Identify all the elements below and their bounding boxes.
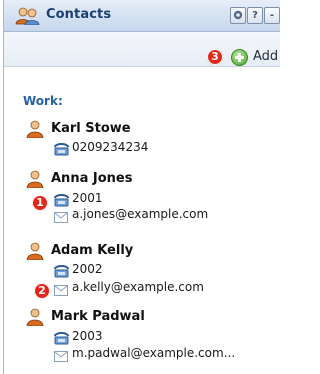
contact-name: Adam Kelly bbox=[51, 243, 134, 258]
group-label-work: Work: bbox=[23, 94, 63, 108]
contact-name: Karl Stowe bbox=[51, 121, 131, 136]
add-icon bbox=[231, 49, 248, 66]
contact-name: Mark Padwal bbox=[51, 309, 145, 324]
person-icon bbox=[26, 242, 44, 264]
contact-name: Anna Jones bbox=[51, 171, 133, 186]
person-icon bbox=[26, 170, 44, 192]
mail-icon bbox=[54, 281, 68, 300]
panel-title: Contacts bbox=[46, 7, 112, 22]
help-button[interactable]: ? bbox=[247, 7, 263, 24]
settings-button[interactable] bbox=[230, 7, 246, 24]
person-icon bbox=[26, 120, 44, 142]
phone-icon bbox=[53, 141, 70, 160]
mail-icon bbox=[54, 347, 68, 366]
contacts-group-icon bbox=[15, 7, 41, 29]
annotation-badge-3: 3 bbox=[207, 49, 223, 65]
mail-icon bbox=[54, 208, 68, 227]
minimize-button[interactable]: - bbox=[264, 7, 280, 24]
phone-icon bbox=[53, 263, 70, 282]
contacts-panel: Contacts ? - 3 Add Work: Karl Stowe 0209… bbox=[3, 0, 280, 374]
panel-header: Contacts ? - bbox=[4, 0, 280, 32]
annotation-badge-2: 2 bbox=[34, 283, 50, 299]
add-label: Add bbox=[253, 49, 279, 64]
person-icon bbox=[26, 308, 44, 330]
gear-icon bbox=[233, 10, 243, 20]
annotation-badge-1: 1 bbox=[32, 195, 48, 211]
